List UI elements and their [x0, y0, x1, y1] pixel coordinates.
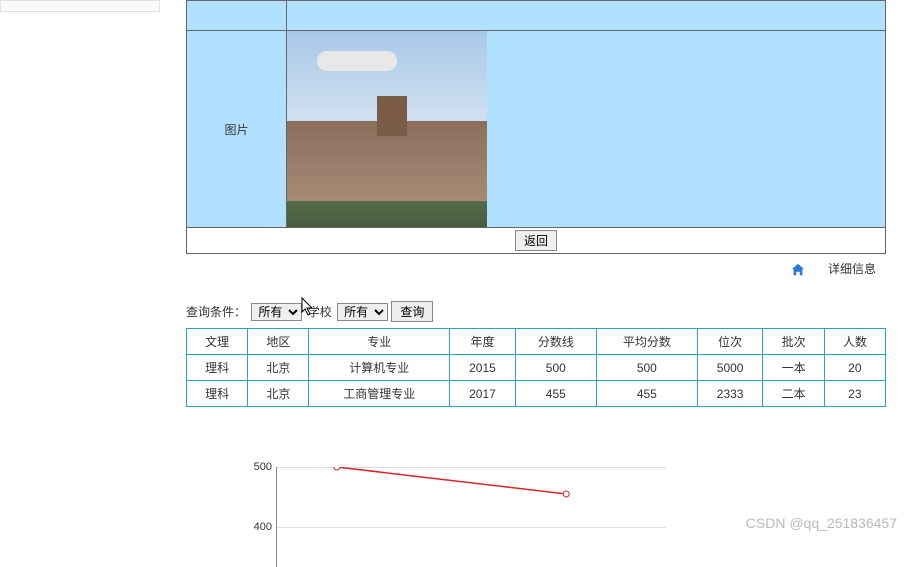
cell: 二本	[763, 381, 824, 407]
col-region: 地区	[248, 329, 309, 355]
cell: 2333	[697, 381, 763, 407]
info-image-row: 图片	[187, 31, 886, 228]
chart-line	[277, 467, 666, 567]
col-avgscore: 平均分数	[596, 329, 697, 355]
data-table-header-row: 文理 地区 专业 年度 分数线 平均分数 位次 批次 人数	[187, 329, 886, 355]
cell: 23	[824, 381, 885, 407]
return-row: 返回	[187, 228, 886, 254]
filter-row: 查询条件： 所有 学校 所有 查询	[186, 297, 886, 326]
main-content: 图片 返回 详细信息 查询条件： 所有 学校 所有 查询	[186, 0, 886, 567]
cell: 北京	[248, 355, 309, 381]
campus-image	[287, 31, 487, 227]
cell: 理科	[187, 381, 248, 407]
cell: 500	[596, 355, 697, 381]
info-image-label: 图片	[187, 31, 287, 228]
col-scoreline: 分数线	[515, 329, 596, 355]
cell: 工商管理专业	[309, 381, 450, 407]
info-label-empty	[187, 1, 287, 31]
info-table: 图片 返回	[186, 0, 886, 254]
col-count: 人数	[824, 329, 885, 355]
info-image-cell	[287, 31, 886, 228]
y-tick-400: 400	[246, 521, 272, 533]
query-button[interactable]: 查询	[391, 301, 433, 322]
cell: 北京	[248, 381, 309, 407]
left-panel-stub	[0, 0, 160, 12]
cell: 2017	[450, 381, 516, 407]
col-wenli: 文理	[187, 329, 248, 355]
home-icon[interactable]	[791, 263, 805, 277]
data-table: 文理 地区 专业 年度 分数线 平均分数 位次 批次 人数 理科 北京 计算机专…	[186, 328, 886, 407]
cell: 20	[824, 355, 885, 381]
plot-area	[277, 467, 666, 567]
cell: 理科	[187, 355, 248, 381]
filter-mid-label: 学校	[308, 305, 332, 319]
cell: 5000	[697, 355, 763, 381]
table-row: 理科 北京 计算机专业 2015 500 500 5000 一本 20	[187, 355, 886, 381]
cell: 一本	[763, 355, 824, 381]
detail-link[interactable]: 详细信息	[828, 262, 876, 276]
return-button[interactable]: 返回	[515, 230, 557, 251]
watermark: CSDN @qq_251836457	[746, 515, 897, 531]
col-major: 专业	[309, 329, 450, 355]
info-table-empty-row	[187, 1, 886, 31]
table-row: 理科 北京 工商管理专业 2017 455 455 2333 二本 23	[187, 381, 886, 407]
filter-select-2[interactable]: 所有	[337, 303, 388, 321]
line-chart: 500 400	[246, 467, 666, 567]
cell: 500	[515, 355, 596, 381]
col-year: 年度	[450, 329, 516, 355]
filter-label: 查询条件：	[186, 305, 246, 319]
breadcrumb: 详细信息	[186, 254, 886, 297]
filter-select-1[interactable]: 所有	[251, 303, 302, 321]
col-rank: 位次	[697, 329, 763, 355]
cell: 455	[596, 381, 697, 407]
col-batch: 批次	[763, 329, 824, 355]
cell: 计算机专业	[309, 355, 450, 381]
info-value-empty	[287, 1, 886, 31]
cell: 455	[515, 381, 596, 407]
y-tick-500: 500	[246, 461, 272, 473]
cell: 2015	[450, 355, 516, 381]
